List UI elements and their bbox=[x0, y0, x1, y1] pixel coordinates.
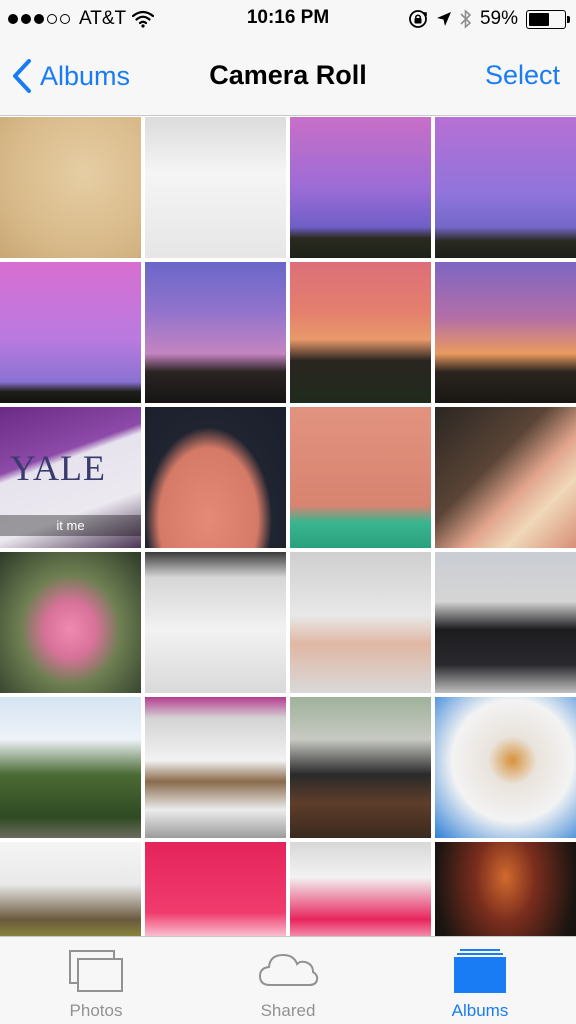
battery-percent: 59% bbox=[479, 8, 518, 29]
signal-dot bbox=[34, 14, 44, 24]
photo-thumbnail[interactable] bbox=[0, 842, 141, 936]
photo-overlay-text: YALE bbox=[10, 448, 106, 488]
tab-shared[interactable]: Shared bbox=[192, 937, 384, 1024]
photo-thumbnail[interactable] bbox=[435, 262, 576, 403]
cloud-icon bbox=[258, 953, 319, 986]
photo-thumbnail[interactable]: YALE it me bbox=[0, 407, 141, 548]
signal-dot bbox=[60, 14, 70, 24]
wifi-icon bbox=[132, 10, 155, 28]
photo-thumbnail[interactable] bbox=[145, 697, 286, 838]
photo-thumbnail[interactable] bbox=[0, 262, 141, 403]
select-button[interactable]: Select bbox=[485, 60, 560, 91]
tab-label: Photos bbox=[69, 1001, 123, 1020]
tab-photos[interactable]: Photos bbox=[0, 937, 192, 1024]
photo-thumbnail[interactable] bbox=[0, 117, 141, 258]
battery-icon bbox=[526, 9, 570, 29]
photo-thumbnail[interactable] bbox=[435, 842, 576, 936]
battery-level-fill bbox=[529, 12, 550, 26]
photo-thumbnail[interactable] bbox=[290, 552, 431, 693]
photo-thumbnail[interactable] bbox=[290, 697, 431, 838]
bluetooth-icon bbox=[460, 9, 472, 29]
photo-thumbnail[interactable] bbox=[290, 407, 431, 548]
signal-dot bbox=[8, 14, 18, 24]
photo-thumbnail[interactable] bbox=[290, 117, 431, 258]
photo-thumbnail[interactable] bbox=[435, 552, 576, 693]
photo-thumbnail[interactable] bbox=[145, 552, 286, 693]
photo-thumbnail[interactable] bbox=[290, 842, 431, 936]
navigation-bar: Albums Camera Roll Select bbox=[0, 38, 576, 116]
photos-icon bbox=[69, 950, 123, 992]
carrier-name: AT&T bbox=[79, 8, 127, 29]
albums-icon bbox=[454, 949, 506, 993]
back-button-label: Albums bbox=[40, 60, 131, 91]
photo-thumbnail[interactable] bbox=[435, 697, 576, 838]
photo-thumbnail[interactable] bbox=[145, 407, 286, 548]
signal-dot bbox=[21, 14, 31, 24]
tab-label: Albums bbox=[451, 1001, 509, 1020]
back-button[interactable]: Albums bbox=[12, 52, 130, 100]
photo-thumbnail[interactable] bbox=[0, 697, 141, 838]
photo-thumbnail[interactable] bbox=[435, 407, 576, 548]
photo-grid: YALE it me bbox=[0, 117, 576, 936]
tab-label: Shared bbox=[260, 1001, 316, 1020]
status-right: 59% bbox=[408, 6, 570, 32]
photo-thumbnail[interactable] bbox=[145, 117, 286, 258]
tab-bar: Photos Shared Albums bbox=[0, 936, 576, 1024]
photo-caption: it me bbox=[0, 515, 141, 536]
location-arrow-icon bbox=[436, 12, 451, 26]
photo-thumbnail[interactable] bbox=[145, 842, 286, 936]
photo-thumbnail[interactable] bbox=[0, 552, 141, 693]
rotation-lock-icon bbox=[409, 10, 427, 28]
tab-albums[interactable]: Albums bbox=[384, 937, 576, 1024]
chevron-left-icon bbox=[13, 59, 31, 93]
photo-thumbnail[interactable] bbox=[145, 262, 286, 403]
battery-cap bbox=[567, 15, 570, 23]
signal-dot bbox=[47, 14, 57, 24]
photo-thumbnail[interactable] bbox=[435, 117, 576, 258]
photo-thumbnail[interactable] bbox=[290, 262, 431, 403]
status-left: AT&T bbox=[8, 7, 155, 31]
status-bar: AT&T 10:16 PM 59% bbox=[0, 0, 576, 38]
signal-strength-icon bbox=[8, 14, 70, 24]
